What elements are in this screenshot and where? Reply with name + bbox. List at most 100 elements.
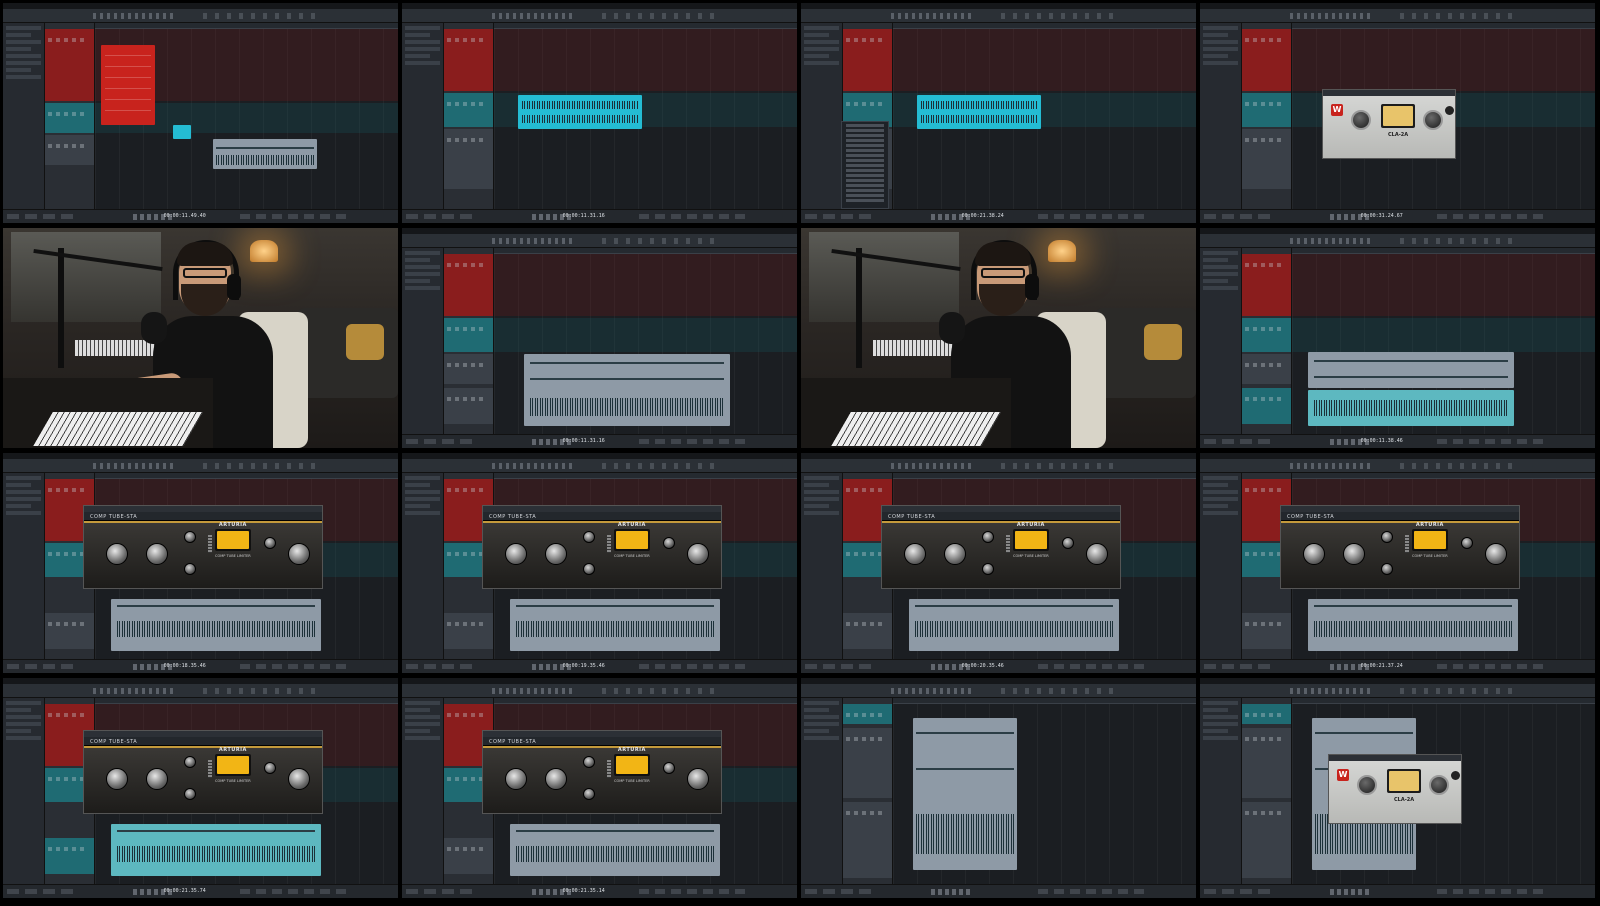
input-knob[interactable] [505,543,527,565]
attack-knob[interactable] [583,756,595,768]
arrangement-view[interactable] [893,698,1196,884]
audio-event[interactable] [213,139,317,169]
track-header-vocal[interactable] [444,93,493,127]
transport-bar: 00:00:21.38.24 [801,209,1196,223]
threshold-knob[interactable] [545,543,567,565]
arrangement-view[interactable] [494,23,797,209]
cla-2a-plugin-window[interactable]: W CLA-2A [1328,754,1462,824]
toolbar-tool-icons[interactable] [93,13,173,19]
track-header-vocal[interactable] [45,103,94,133]
toolbar [1200,9,1595,23]
threshold-knob[interactable] [146,543,168,565]
gain-knob[interactable] [1351,110,1371,130]
timeline-ruler[interactable] [494,248,797,254]
plugin-title-bar[interactable] [1329,755,1461,761]
output-knob[interactable] [1485,543,1507,565]
output-knob[interactable] [687,768,709,790]
input-knob[interactable] [106,768,128,790]
mix-knob[interactable] [1062,537,1074,549]
threshold-knob[interactable] [1343,543,1365,565]
audio-event[interactable] [1308,599,1518,651]
track-header-midi[interactable] [45,29,94,101]
output-knob[interactable] [1451,771,1460,780]
glasses [183,268,227,278]
attack-knob[interactable] [184,531,196,543]
mix-knob[interactable] [264,537,276,549]
cla-2a-plugin-window[interactable]: W CLA-2A [1322,89,1456,159]
midi-event[interactable] [101,45,155,125]
timeline-ruler[interactable] [494,23,797,29]
gain-knob[interactable] [1357,775,1377,795]
time-display: 00:00:21.37.24 [1360,663,1403,669]
threshold-knob[interactable] [146,768,168,790]
attack-knob[interactable] [583,531,595,543]
release-knob[interactable] [982,563,994,575]
input-knob[interactable] [904,543,926,565]
audio-event[interactable] [524,354,730,426]
mix-knob[interactable] [663,762,675,774]
frame-12-daw: COMP TUBE-STA ARTURIA COMP TUBE LIMITER … [1200,453,1595,673]
time-display: 00:00:11.31.16 [562,213,605,219]
arrangement-view[interactable] [95,23,398,209]
glasses [981,268,1025,278]
audio-event-vocal[interactable] [518,95,642,129]
release-knob[interactable] [184,563,196,575]
plugin-model-name: CLA-2A [1394,797,1415,803]
track-list [45,23,95,209]
track-header-audio[interactable] [45,135,94,165]
audio-event-selected[interactable] [111,824,321,876]
peak-reduction-knob[interactable] [1423,110,1443,130]
audio-event[interactable] [111,599,321,651]
audio-event[interactable] [1308,352,1514,388]
input-knob[interactable] [106,543,128,565]
peak-reduction-knob[interactable] [1429,775,1449,795]
arturia-comp-plugin[interactable]: COMP TUBE-STA ARTURIA COMP TUBE LIMITER [482,730,722,814]
mix-knob[interactable] [264,762,276,774]
track-header-midi[interactable] [444,29,493,91]
audio-event-vocal[interactable] [917,95,1041,129]
inspector-panel [3,23,45,209]
timeline-ruler[interactable] [893,23,1196,29]
track-header-audio[interactable] [444,129,493,189]
input-knob[interactable] [1303,543,1325,565]
output-knob[interactable] [1445,106,1454,115]
mix-knob[interactable] [1461,537,1473,549]
audio-event[interactable] [510,824,720,876]
arturia-comp-plugin[interactable]: COMP TUBE-STA ARTURIA COMP TUBE LIMITER [881,505,1121,589]
arturia-comp-plugin[interactable]: COMP TUBE-STA ARTURIA COMP TUBE LIMITER [83,730,323,814]
release-knob[interactable] [583,788,595,800]
audio-event[interactable] [510,599,720,651]
audio-event[interactable] [909,599,1119,651]
plugin-title-bar[interactable] [1323,90,1455,96]
arrangement-view[interactable] [1292,248,1595,434]
arrangement-view[interactable] [494,248,797,434]
input-knob[interactable] [505,768,527,790]
release-knob[interactable] [1381,563,1393,575]
arturia-comp-plugin[interactable]: COMP TUBE-STA ARTURIA COMP TUBE LIMITER [83,505,323,589]
threshold-knob[interactable] [944,543,966,565]
timeline-ruler[interactable] [1292,248,1595,254]
output-knob[interactable] [288,543,310,565]
release-knob[interactable] [184,788,196,800]
arturia-comp-plugin[interactable]: COMP TUBE-STA ARTURIA COMP TUBE LIMITER [1280,505,1520,589]
timeline-ruler[interactable] [1292,23,1595,29]
threshold-knob[interactable] [545,768,567,790]
audio-event-selected[interactable] [1308,390,1514,426]
mix-knob[interactable] [663,537,675,549]
attack-knob[interactable] [184,756,196,768]
audio-event-short[interactable] [173,125,191,139]
toolbar [1200,234,1595,248]
output-knob[interactable] [687,543,709,565]
release-knob[interactable] [583,563,595,575]
audio-event-zoomed[interactable] [913,718,1017,870]
output-knob[interactable] [288,768,310,790]
timeline-ruler[interactable] [95,23,398,29]
attack-knob[interactable] [1381,531,1393,543]
output-knob[interactable] [1086,543,1108,565]
time-display: 00:00:31.24.67 [1360,213,1403,219]
toolbar-snap-icons[interactable] [203,13,323,19]
arrangement-view[interactable] [893,23,1196,209]
context-menu[interactable] [841,121,889,209]
attack-knob[interactable] [982,531,994,543]
arturia-comp-plugin[interactable]: COMP TUBE-STA ARTURIA COMP TUBE LIMITER [482,505,722,589]
